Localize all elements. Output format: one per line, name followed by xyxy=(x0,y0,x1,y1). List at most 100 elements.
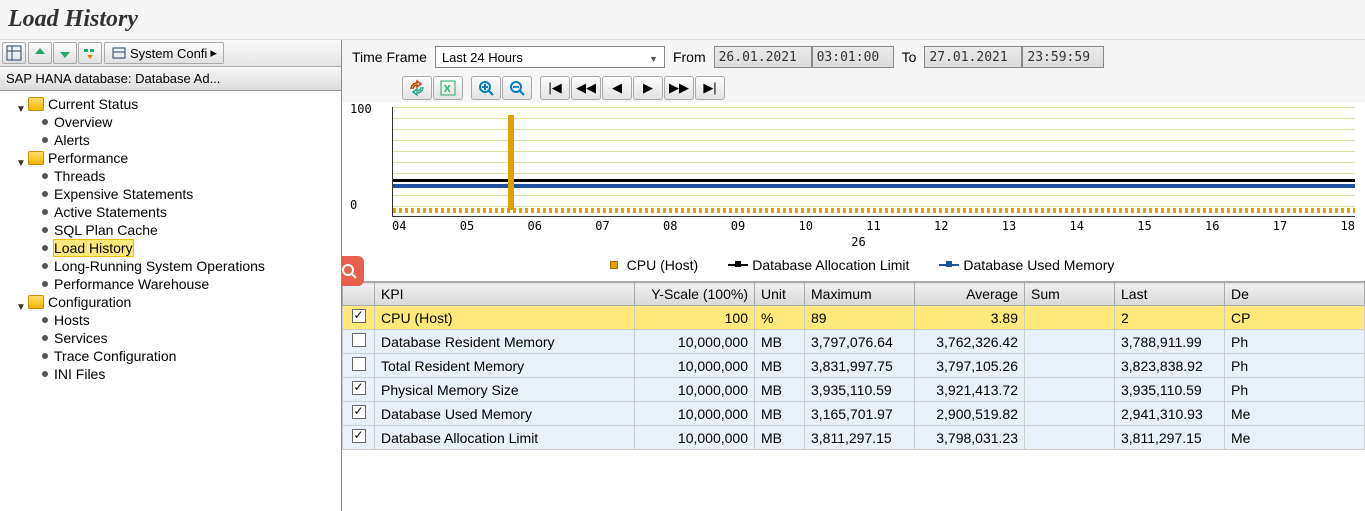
col-last[interactable]: Last xyxy=(1115,283,1225,306)
checkbox-icon[interactable] xyxy=(352,429,366,443)
cell-kpi: Database Used Memory xyxy=(375,402,635,426)
cell-kpi: Physical Memory Size xyxy=(375,378,635,402)
legend-marker-icon xyxy=(603,264,623,266)
row-checkbox-cell[interactable] xyxy=(343,426,375,450)
to-date-field[interactable]: 27.01.2021 xyxy=(924,46,1022,68)
x-tick: 14 xyxy=(1070,219,1084,233)
from-time-field[interactable]: 03:01:00 xyxy=(812,46,894,68)
checkbox-icon[interactable] xyxy=(352,333,366,347)
tree-label: Trace Configuration xyxy=(54,348,176,364)
right-panel: Time Frame Last 24 Hours From 26.01.2021… xyxy=(342,40,1365,511)
row-checkbox-cell[interactable] xyxy=(343,378,375,402)
table-row[interactable]: CPU (Host) 100 % 89 3.89 2 CP xyxy=(343,306,1365,330)
tree-trace-config[interactable]: Trace Configuration xyxy=(2,347,339,365)
legend-label: Database Allocation Limit xyxy=(752,257,909,273)
last-icon[interactable]: ▶| xyxy=(695,76,725,100)
col-avg[interactable]: Average xyxy=(915,283,1025,306)
from-date-field[interactable]: 26.01.2021 xyxy=(714,46,812,68)
col-kpi[interactable]: KPI xyxy=(375,283,635,306)
expand-icon[interactable] xyxy=(53,42,77,64)
col-sum[interactable]: Sum xyxy=(1025,283,1115,306)
tree-label: Performance xyxy=(48,150,128,166)
cell-de: Ph xyxy=(1225,378,1365,402)
row-checkbox-cell[interactable] xyxy=(343,354,375,378)
chevron-down-icon xyxy=(16,153,26,163)
table-row[interactable]: Database Resident Memory 10,000,000 MB 3… xyxy=(343,330,1365,354)
legend-item: Database Allocation Limit xyxy=(728,257,909,273)
refresh-icon[interactable] xyxy=(402,76,432,100)
cell-yscale: 10,000,000 xyxy=(635,426,755,450)
tree-threads[interactable]: Threads xyxy=(2,167,339,185)
cell-max: 3,811,297.15 xyxy=(805,426,915,450)
tree-perf-warehouse[interactable]: Performance Warehouse xyxy=(2,275,339,293)
collapse-icon[interactable] xyxy=(28,42,52,64)
tree-label: Current Status xyxy=(48,96,138,112)
tree-up-icon[interactable] xyxy=(78,42,102,64)
cell-sum xyxy=(1025,306,1115,330)
cell-sum xyxy=(1025,402,1115,426)
zoom-out-icon[interactable] xyxy=(502,76,532,100)
timeframe-dropdown[interactable]: Last 24 Hours xyxy=(435,46,665,68)
tree-long-running[interactable]: Long-Running System Operations xyxy=(2,257,339,275)
col-de[interactable]: De xyxy=(1225,283,1365,306)
table-row[interactable]: Total Resident Memory 10,000,000 MB 3,83… xyxy=(343,354,1365,378)
x-tick: 08 xyxy=(663,219,677,233)
chart-plot[interactable] xyxy=(392,107,1355,217)
tree-active-statements[interactable]: Active Statements xyxy=(2,203,339,221)
checkbox-icon[interactable] xyxy=(352,309,366,323)
legend-label: Database Used Memory xyxy=(963,257,1114,273)
col-max[interactable]: Maximum xyxy=(805,283,915,306)
cell-avg: 3.89 xyxy=(915,306,1025,330)
tree-label: Active Statements xyxy=(54,204,167,220)
tree-header: SAP HANA database: Database Ad... xyxy=(0,67,341,91)
tree-configuration[interactable]: Configuration xyxy=(2,293,339,311)
tree-expensive-statements[interactable]: Expensive Statements xyxy=(2,185,339,203)
tree-label: Expensive Statements xyxy=(54,186,193,202)
system-config-button[interactable]: System Confi▸ xyxy=(104,42,224,64)
col-unit[interactable]: Unit xyxy=(755,283,805,306)
to-time-field[interactable]: 23:59:59 xyxy=(1022,46,1104,68)
row-checkbox-cell[interactable] xyxy=(343,402,375,426)
cell-avg: 3,921,413.72 xyxy=(915,378,1025,402)
cell-last: 3,811,297.15 xyxy=(1115,426,1225,450)
checkbox-icon[interactable] xyxy=(352,357,366,371)
tree-performance[interactable]: Performance xyxy=(2,149,339,167)
table-row[interactable]: Database Allocation Limit 10,000,000 MB … xyxy=(343,426,1365,450)
cell-de: Me xyxy=(1225,402,1365,426)
col-yscale[interactable]: Y-Scale (100%) xyxy=(635,283,755,306)
bullet-icon xyxy=(42,209,48,215)
cell-unit: MB xyxy=(755,426,805,450)
bullet-icon xyxy=(42,119,48,125)
forward-icon[interactable]: ▶▶ xyxy=(664,76,694,100)
cell-avg: 2,900,519.82 xyxy=(915,402,1025,426)
checkbox-icon[interactable] xyxy=(352,405,366,419)
zoom-in-icon[interactable] xyxy=(471,76,501,100)
nav-tree: Current Status Overview Alerts Performan… xyxy=(0,91,341,511)
tree-ini-files[interactable]: INI Files xyxy=(2,365,339,383)
next-icon[interactable]: ▶ xyxy=(633,76,663,100)
legend-marker-icon xyxy=(728,264,748,266)
tree-sql-plan-cache[interactable]: SQL Plan Cache xyxy=(2,221,339,239)
tree-overview[interactable]: Overview xyxy=(2,113,339,131)
table-row[interactable]: Database Used Memory 10,000,000 MB 3,165… xyxy=(343,402,1365,426)
row-checkbox-cell[interactable] xyxy=(343,330,375,354)
prev-icon[interactable]: ◀ xyxy=(602,76,632,100)
tree-services[interactable]: Services xyxy=(2,329,339,347)
x-tick: 12 xyxy=(934,219,948,233)
export-excel-icon[interactable]: X xyxy=(433,76,463,100)
tree-load-history[interactable]: Load History xyxy=(2,239,339,257)
cell-de: Me xyxy=(1225,426,1365,450)
cell-avg: 3,797,105.26 xyxy=(915,354,1025,378)
grid-icon[interactable] xyxy=(2,42,26,64)
first-icon[interactable]: |◀ xyxy=(540,76,570,100)
tree-hosts[interactable]: Hosts xyxy=(2,311,339,329)
tree-alerts[interactable]: Alerts xyxy=(2,131,339,149)
tree-current-status[interactable]: Current Status xyxy=(2,95,339,113)
search-icon[interactable] xyxy=(342,256,364,286)
rewind-icon[interactable]: ◀◀ xyxy=(571,76,601,100)
table-row[interactable]: Physical Memory Size 10,000,000 MB 3,935… xyxy=(343,378,1365,402)
row-checkbox-cell[interactable] xyxy=(343,306,375,330)
cell-unit: MB xyxy=(755,402,805,426)
checkbox-icon[interactable] xyxy=(352,381,366,395)
bullet-icon xyxy=(42,173,48,179)
